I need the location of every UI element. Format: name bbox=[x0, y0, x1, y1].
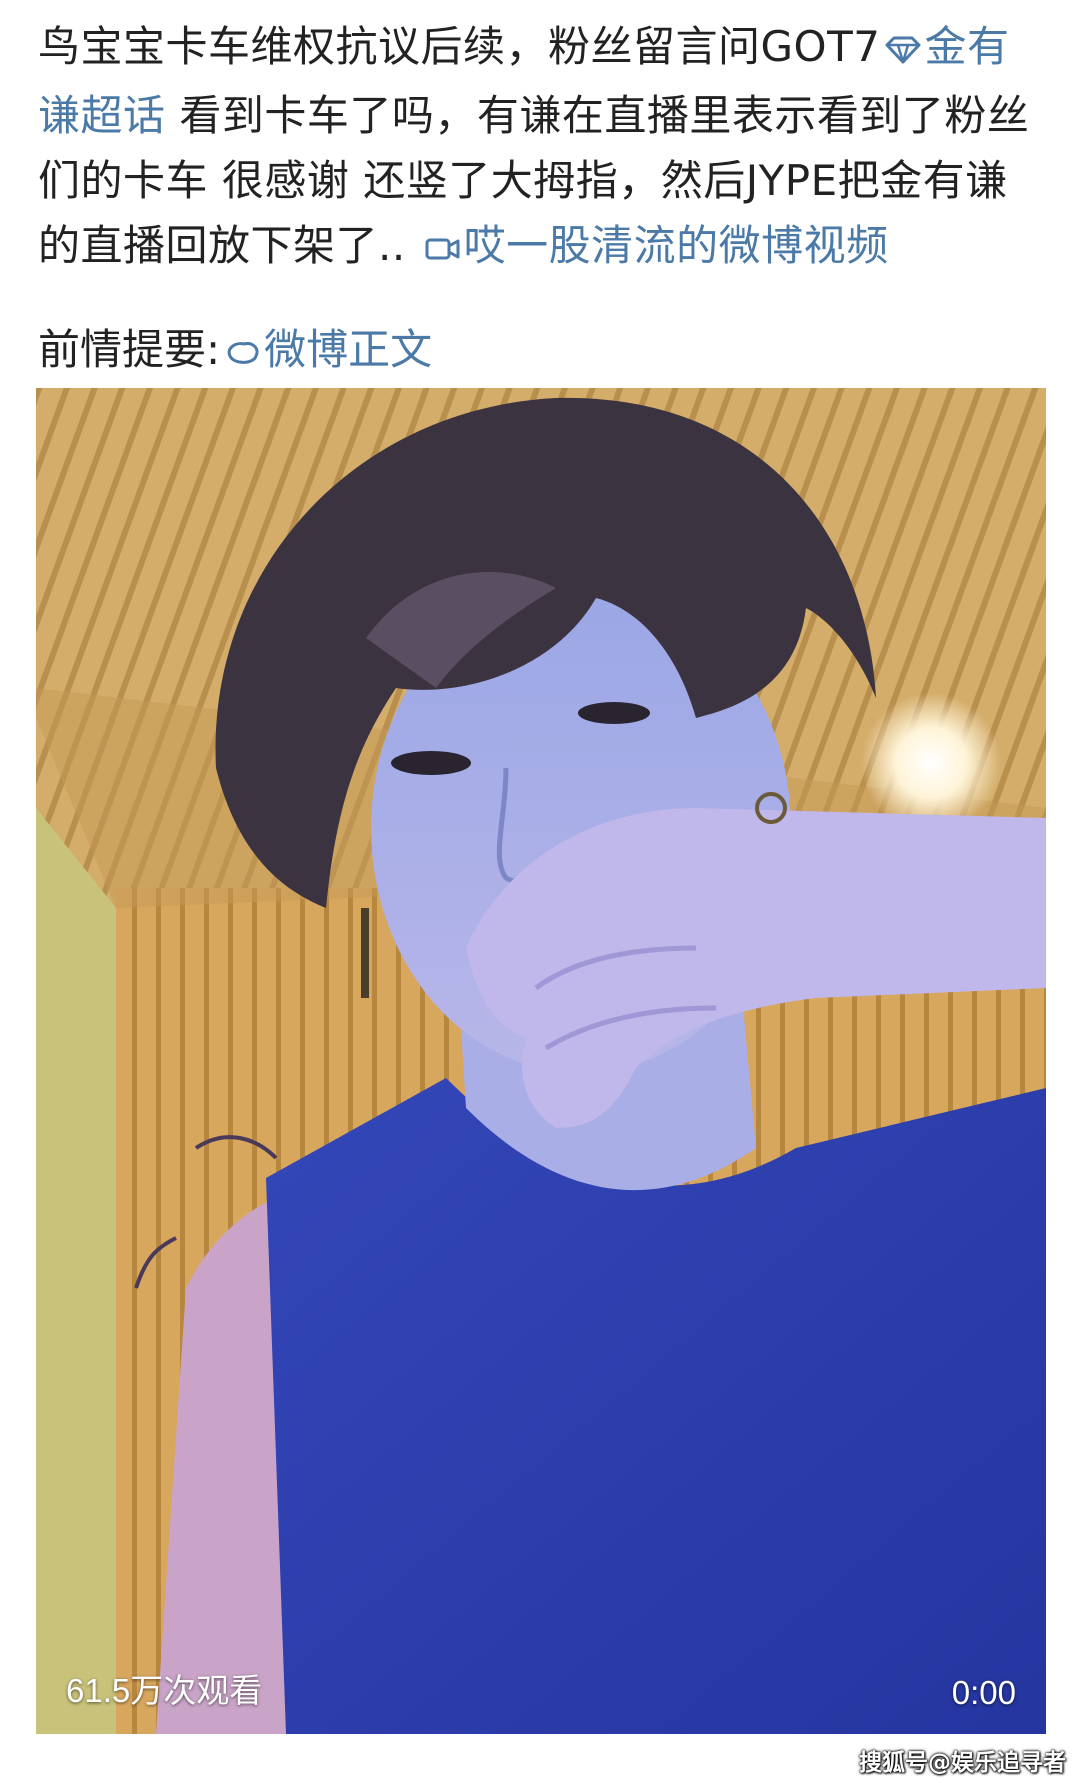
weibo-icon bbox=[224, 321, 262, 386]
watermark: 搜狐号@娱乐追寻者 bbox=[859, 1750, 1066, 1776]
weibo-text-link[interactable]: 微博正文 bbox=[220, 325, 432, 374]
video-camera-icon bbox=[424, 217, 462, 282]
intro-label: 前情提要: bbox=[38, 325, 221, 374]
weibo-text-link-label[interactable]: 微博正文 bbox=[264, 325, 432, 374]
diamond-icon bbox=[884, 18, 922, 83]
video-player[interactable]: 61.5万次观看 0:00 bbox=[36, 388, 1046, 1734]
video-thumbnail bbox=[36, 388, 1046, 1734]
post-text: 鸟宝宝卡车维权抗议后续，粉丝留言问GOT7 金有谦超话 看到卡车了吗，有谦在直播里… bbox=[38, 14, 1048, 282]
view-count: 61.5万次观看 bbox=[66, 1672, 263, 1709]
post-text-part1: 鸟宝宝卡车维权抗议后续，粉丝留言问GOT7 bbox=[38, 22, 881, 71]
video-duration: 0:00 bbox=[951, 1674, 1016, 1711]
video-link-label[interactable]: 哎一股清流的微博视频 bbox=[464, 221, 889, 270]
video-link[interactable]: 哎一股清流的微博视频 bbox=[420, 221, 889, 270]
intro-line: 前情提要: 微博正文 bbox=[38, 317, 432, 386]
